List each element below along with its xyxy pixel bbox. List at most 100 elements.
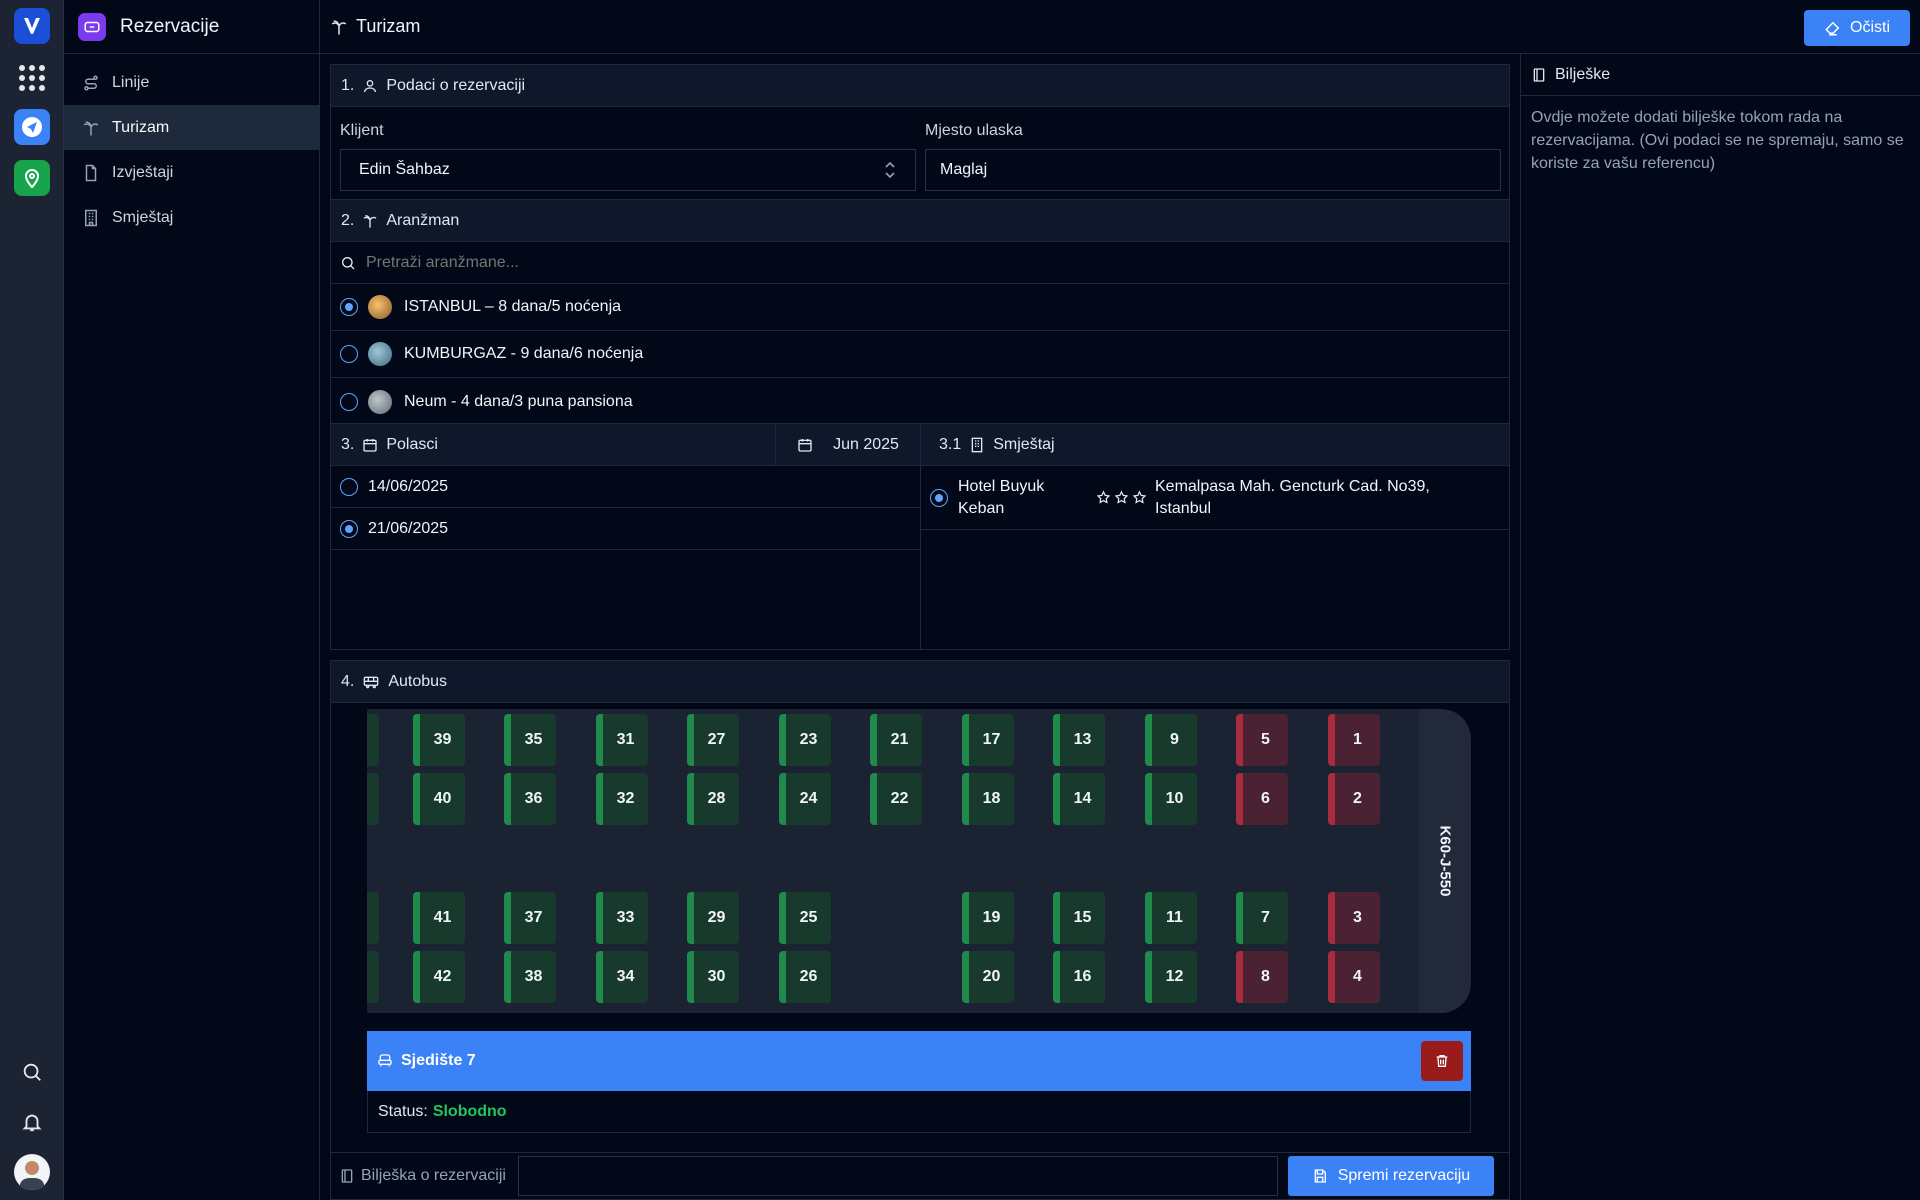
seat-icon: [378, 1054, 392, 1067]
package-thumbnail: [368, 389, 392, 414]
seat-23[interactable]: 23: [779, 714, 831, 766]
seat-21[interactable]: 21: [870, 714, 922, 766]
radio-selected[interactable]: [930, 488, 948, 507]
section-number: 1.: [341, 76, 355, 94]
package-search-input[interactable]: [366, 253, 966, 272]
seat-2[interactable]: 2: [1328, 773, 1380, 825]
app-rail: [0, 0, 64, 1200]
seat-34[interactable]: 34: [596, 951, 648, 1003]
package-name: Neum - 4 dana/3 puna pansiona: [404, 392, 633, 410]
package-name: KUMBURGAZ - 9 dana/6 noćenja: [404, 345, 644, 362]
seat-6[interactable]: 6: [1236, 773, 1288, 825]
client-select[interactable]: Edin Šahbaz: [340, 149, 916, 191]
seat-26[interactable]: 26: [779, 951, 831, 1003]
seat-27[interactable]: 27: [687, 714, 739, 766]
seat-41[interactable]: 41: [413, 892, 465, 944]
save-button[interactable]: Spremi rezervaciju: [1287, 1156, 1494, 1196]
seat-9[interactable]: 9: [1145, 714, 1197, 766]
star-rating: [1096, 490, 1147, 505]
sidebar-item-izvjestaji[interactable]: Izvještaji: [64, 150, 319, 195]
app-logo[interactable]: [14, 8, 50, 44]
file-icon: [85, 164, 97, 181]
seat-39[interactable]: 39: [413, 714, 465, 766]
seat-17[interactable]: 17: [962, 714, 1014, 766]
seat-36[interactable]: 36: [504, 773, 556, 825]
seat-35[interactable]: 35: [504, 714, 556, 766]
seat-5[interactable]: 5: [1236, 714, 1288, 766]
calendar-icon: [363, 438, 378, 452]
seat-31[interactable]: 31: [596, 714, 648, 766]
sidebar-item-turizam[interactable]: Turizam: [64, 105, 319, 150]
avatar[interactable]: [14, 1154, 50, 1190]
package-item-istanbul[interactable]: ISTANBUL – 8 dana/5 noćenja: [331, 284, 1509, 331]
seat-19[interactable]: 19: [962, 892, 1014, 944]
radio-selected[interactable]: [340, 519, 358, 538]
seat-30[interactable]: 30: [687, 951, 739, 1003]
seat-7[interactable]: 7: [1236, 892, 1288, 944]
seat-20[interactable]: 20: [962, 951, 1014, 1003]
radio[interactable]: [340, 477, 358, 496]
palm-tree-icon: [363, 214, 377, 228]
note-input[interactable]: [517, 1156, 1278, 1196]
radio-selected[interactable]: [340, 298, 358, 316]
seat-11[interactable]: 11: [1145, 892, 1197, 944]
seat-22[interactable]: 22: [870, 773, 922, 825]
sidebar-header: Rezervacije: [64, 0, 319, 54]
seat-13[interactable]: 13: [1053, 714, 1105, 766]
seat-18[interactable]: 18: [962, 773, 1014, 825]
entry-field[interactable]: Maglaj: [925, 149, 1501, 191]
save-icon: [1314, 1169, 1326, 1183]
seat-12[interactable]: 12: [1145, 951, 1197, 1003]
section-header-details: 1. Podaci o rezervaciji: [331, 65, 1509, 107]
package-item-neum[interactable]: Neum - 4 dana/3 puna pansiona: [331, 378, 1509, 425]
send-app-icon[interactable]: [14, 109, 50, 145]
calendar-icon: [798, 438, 812, 452]
apps-grid-icon[interactable]: [14, 60, 50, 96]
seat-3[interactable]: 3: [1328, 892, 1380, 944]
seat-32[interactable]: 32: [596, 773, 648, 825]
hotel-item[interactable]: Hotel Buyuk Keban Kemalpasa Mah. Genctur…: [921, 466, 1509, 530]
sidebar-item-linije[interactable]: Linije: [64, 60, 319, 105]
notebook-icon: [1533, 67, 1545, 82]
accommodation-panel: 3.1 Smještaj Hotel Buyuk Keban Kemalpasa…: [921, 424, 1509, 649]
delete-button[interactable]: [1421, 1041, 1463, 1081]
seat-29[interactable]: 29: [687, 892, 739, 944]
notes-textarea[interactable]: Ovdje možete dodati bilješke tokom rada …: [1521, 96, 1920, 185]
seat-42[interactable]: 42: [413, 951, 465, 1003]
reservation-sections: 1. Podaci o rezervaciji Klijent Edin Šah…: [330, 64, 1510, 424]
seat-24[interactable]: 24: [779, 773, 831, 825]
clear-button[interactable]: Očisti: [1804, 10, 1910, 46]
seat-14[interactable]: 14: [1053, 773, 1105, 825]
search-icon[interactable]: [14, 1054, 50, 1090]
section-title: Podaci o rezervaciji: [386, 76, 526, 94]
seat-28[interactable]: 28: [687, 773, 739, 825]
package-item-kumburgaz[interactable]: KUMBURGAZ - 9 dana/6 noćenja: [331, 331, 1509, 378]
seat-37[interactable]: 37: [504, 892, 556, 944]
seat-38[interactable]: 38: [504, 951, 556, 1003]
seat-40[interactable]: 40: [413, 773, 465, 825]
notes-title: Bilješke: [1555, 65, 1611, 83]
search-icon: [342, 256, 355, 269]
location-app-icon[interactable]: [14, 160, 50, 196]
package-search[interactable]: [331, 242, 1509, 284]
departure-item[interactable]: 21/06/2025: [331, 508, 920, 550]
seat-8[interactable]: 8: [1236, 951, 1288, 1003]
reservation-footer: Bilješka o rezervaciji Spremi rezervacij…: [330, 1152, 1510, 1200]
bell-icon[interactable]: [14, 1104, 50, 1140]
seat-1[interactable]: 1: [1328, 714, 1380, 766]
seat-4[interactable]: 4: [1328, 951, 1380, 1003]
seat-33[interactable]: 33: [596, 892, 648, 944]
sidebar-item-smjestaj[interactable]: Smještaj: [64, 195, 319, 240]
departure-item[interactable]: 14/06/2025: [331, 466, 920, 508]
sidebar-item-label: Smještaj: [112, 208, 174, 226]
radio[interactable]: [340, 392, 358, 411]
clear-button-label: Očisti: [1850, 19, 1890, 36]
month-picker[interactable]: Jun 2025: [775, 423, 920, 466]
sidebar-title: Rezervacije: [120, 15, 220, 37]
seat-25[interactable]: 25: [779, 892, 831, 944]
package-thumbnail: [368, 295, 392, 319]
seat-16[interactable]: 16: [1053, 951, 1105, 1003]
radio[interactable]: [340, 345, 358, 363]
seat-15[interactable]: 15: [1053, 892, 1105, 944]
seat-10[interactable]: 10: [1145, 773, 1197, 825]
